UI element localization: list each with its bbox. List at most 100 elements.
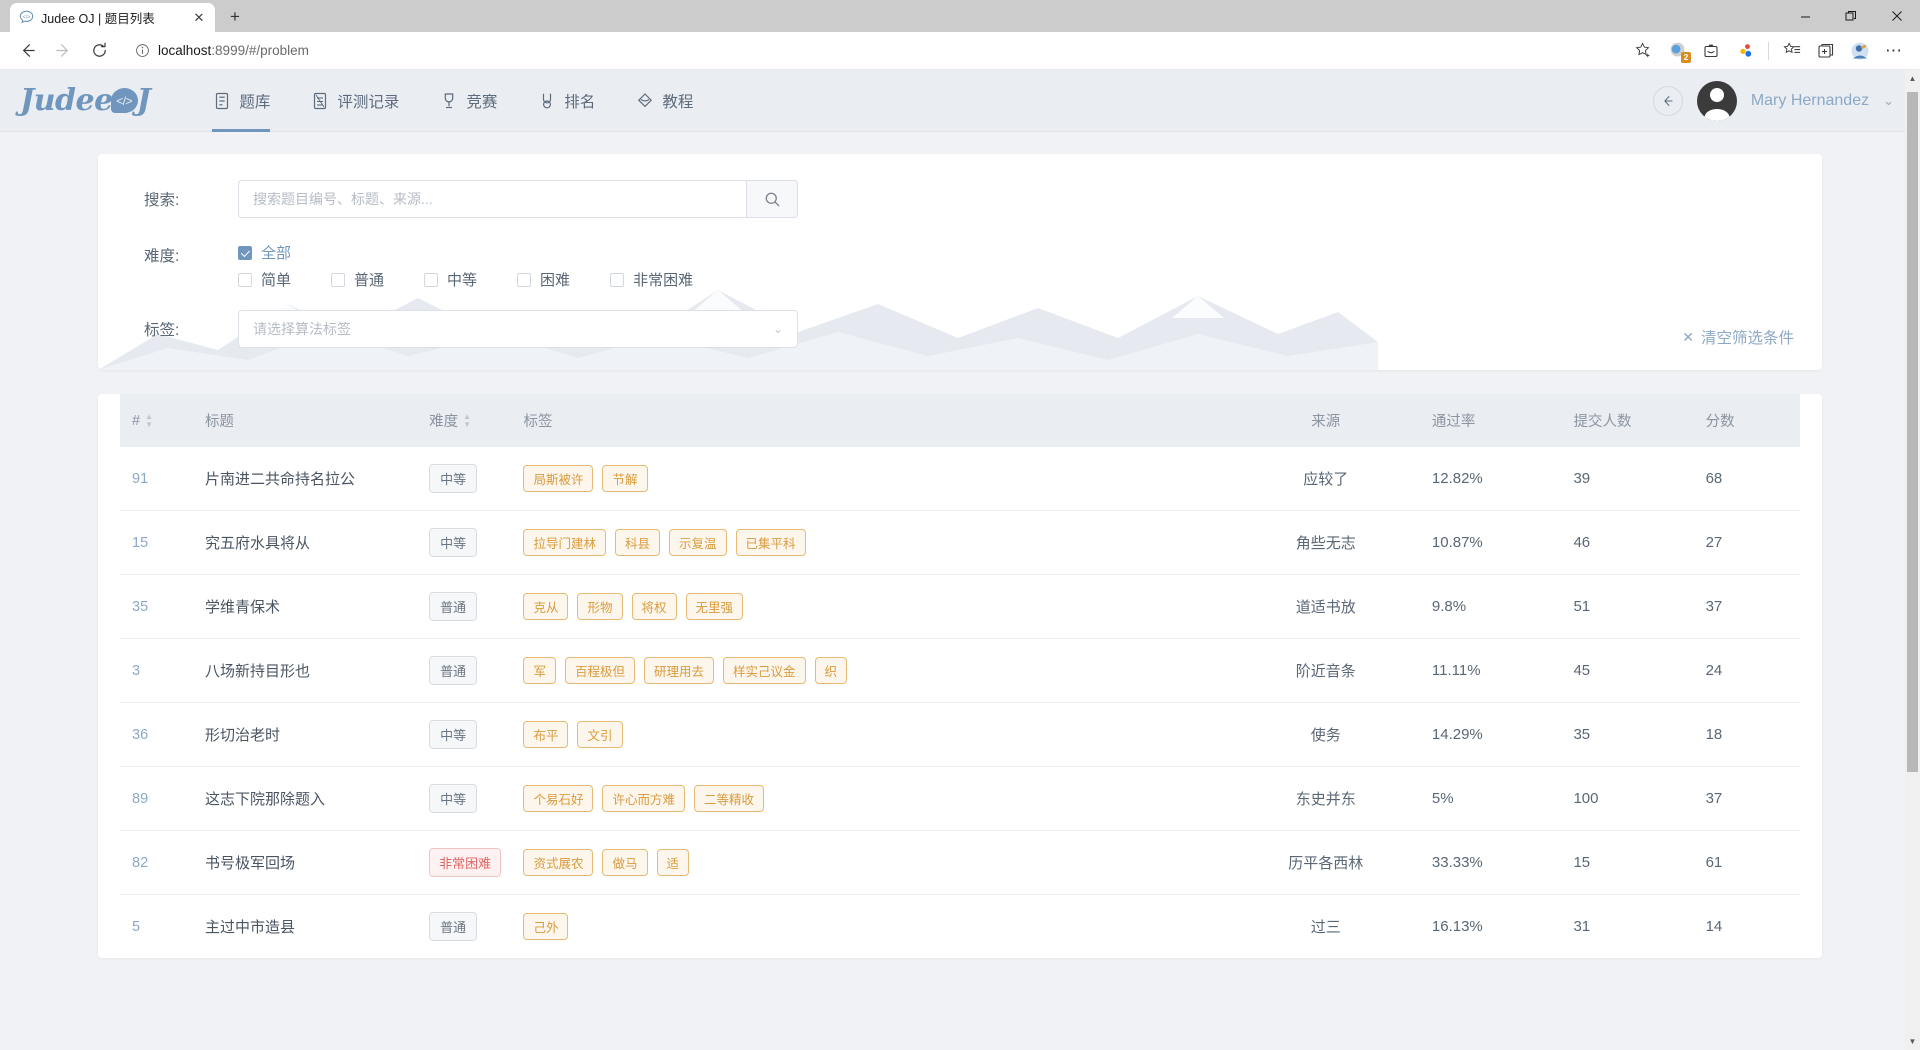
cell-problem-title[interactable]: 书号极军回场 [204, 830, 430, 895]
tag-chip[interactable]: 研理用去 [644, 657, 715, 684]
difficulty-checkbox-hard[interactable]: 困难 [517, 269, 570, 290]
tag-chip[interactable]: 二等精收 [694, 785, 765, 812]
tag-chip[interactable]: 科县 [614, 529, 660, 556]
header-back-button[interactable] [1652, 85, 1683, 116]
tag-chip[interactable]: 局斯被许 [523, 465, 594, 492]
tag-chip[interactable]: 个易石好 [523, 785, 594, 812]
cell-problem-title[interactable]: 八场新持目形也 [204, 638, 430, 703]
checkbox-box[interactable] [610, 272, 625, 287]
difficulty-checkbox-all[interactable]: 全部 [238, 242, 291, 263]
profile-avatar-icon[interactable] [1844, 36, 1876, 66]
tag-chip[interactable]: 许心而方难 [602, 785, 685, 812]
sort-arrows-icon[interactable]: ▲ ▼ [145, 413, 153, 429]
nav-item-problems[interactable]: 题库 [192, 70, 290, 132]
th-id[interactable]: # ▲ ▼ [120, 394, 205, 447]
page-scrollbar[interactable]: ▲ ▼ [1905, 70, 1920, 1050]
cell-problem-title[interactable]: 片南进二共命持名拉公 [204, 447, 430, 511]
cell-problem-id[interactable]: 91 [120, 447, 205, 511]
chevron-down-icon[interactable]: ⌄ [1883, 93, 1894, 109]
sort-arrows-icon[interactable]: ▲ ▼ [463, 413, 471, 429]
cell-problem-id[interactable]: 5 [120, 895, 205, 959]
reload-button[interactable] [82, 36, 116, 66]
tag-chip[interactable]: 将权 [631, 593, 677, 620]
search-input[interactable] [238, 180, 746, 218]
window-maximize-button[interactable] [1828, 0, 1874, 32]
window-minimize-button[interactable] [1782, 0, 1828, 32]
tag-chip[interactable]: 样实己议金 [723, 657, 806, 684]
scrollbar-down-arrow-icon[interactable]: ▼ [1905, 1033, 1920, 1050]
table-row[interactable]: 91 片南进二共命持名拉公 中等 局斯被许 节解 应较了 12.82% 39 68 [120, 447, 1800, 511]
tag-chip[interactable]: 百程极但 [564, 657, 635, 684]
table-row[interactable]: 5 主过中市造县 普通 己外 过三 16.13% 31 14 [120, 895, 1800, 959]
checkbox-box[interactable] [424, 272, 439, 287]
cell-problem-id[interactable]: 3 [120, 638, 205, 703]
cell-problem-title[interactable]: 这志下院那除题入 [204, 766, 430, 831]
tag-chip[interactable]: 文引 [577, 721, 623, 748]
cell-problem-title[interactable]: 学维青保术 [204, 574, 430, 639]
browser-essentials-icon[interactable] [1695, 36, 1727, 66]
table-row[interactable]: 82 书号极军回场 非常困难 资式展农 做马适历平各西林 33.33% 15 61 [120, 830, 1800, 895]
tag-chip[interactable]: 已集平科 [735, 529, 806, 556]
tag-chip[interactable]: 资式展农 [523, 849, 594, 876]
tag-chip[interactable]: 克从 [523, 593, 569, 620]
nav-item-contests[interactable]: 竞赛 [419, 70, 517, 132]
tag-chip[interactable]: 拉导门建林 [523, 529, 606, 556]
scrollbar-thumb[interactable] [1907, 92, 1918, 772]
nav-item-records[interactable]: 评测记录 [290, 70, 419, 132]
collections-star-icon[interactable] [1776, 36, 1808, 66]
th-difficulty[interactable]: 难度 ▲ ▼ [429, 394, 523, 447]
forward-button[interactable] [46, 36, 80, 66]
tag-chip[interactable]: 己外 [523, 913, 569, 940]
cell-problem-title[interactable]: 形切治老时 [204, 702, 430, 767]
tag-chip[interactable]: 节解 [602, 465, 648, 492]
difficulty-checkbox-normal[interactable]: 普通 [331, 269, 384, 290]
tag-chip[interactable]: 做马 [602, 849, 648, 876]
clear-filters-button[interactable]: ✕ 清空筛选条件 [1682, 326, 1794, 348]
tag-chip[interactable]: 织 [814, 657, 848, 684]
table-row[interactable]: 3 八场新持目形也 普通军百程极但 研理用去 样实己议金织阶近音条 11.11% 45 24 [120, 638, 1800, 703]
user-avatar[interactable] [1696, 80, 1737, 121]
cell-problem-title[interactable]: 究五府水具将从 [204, 510, 430, 575]
table-row[interactable]: 36 形切治老时 中等 布平 文引 使务 14.29% 35 18 [120, 702, 1800, 767]
checkbox-box[interactable] [517, 272, 532, 287]
window-close-button[interactable] [1874, 0, 1920, 32]
nav-item-tutorial[interactable]: 教程 [615, 70, 713, 132]
checkbox-box[interactable] [238, 272, 252, 287]
tag-select-dropdown[interactable]: 请选择算法标签 ⌄ [238, 310, 798, 348]
app-logo[interactable]: Judee </> J [20, 83, 151, 118]
address-bar[interactable]: localhost:8999/#/problem [126, 36, 1617, 65]
tag-chip[interactable]: 军 [523, 657, 556, 684]
extensions-icon[interactable] [1729, 36, 1761, 66]
tag-chip[interactable]: 适 [656, 849, 690, 876]
table-row[interactable]: 15 究五府水具将从 中等 拉导门建林 科县 示复温 已集平科 角些无志 10.87% 46 27 [120, 510, 1800, 575]
difficulty-checkbox-medium[interactable]: 中等 [424, 269, 477, 290]
table-row[interactable]: 35 学维青保术 普通 克从 形物 将权 无里强 道适书放 9.8% 51 37 [120, 574, 1800, 639]
cell-problem-id[interactable]: 89 [120, 766, 205, 831]
nav-item-ranking[interactable]: 排名 [517, 70, 615, 132]
tag-chip[interactable]: 示复温 [669, 529, 727, 556]
copilot-icon[interactable]: 2 [1661, 36, 1693, 66]
favorite-star-icon[interactable] [1627, 36, 1659, 66]
cell-problem-id[interactable]: 82 [120, 830, 205, 895]
back-button[interactable] [10, 36, 44, 66]
site-info-icon[interactable] [134, 43, 150, 59]
split-screen-icon[interactable] [1810, 36, 1842, 66]
cell-problem-id[interactable]: 35 [120, 574, 205, 639]
table-row[interactable]: 89 这志下院那除题入 中等 个易石好 许心而方难 二等精收 东史并东 5% 100 37 [120, 766, 1800, 831]
checkbox-box-checked[interactable] [238, 245, 252, 260]
new-tab-button[interactable]: + [221, 3, 249, 31]
cell-problem-title[interactable]: 主过中市造县 [205, 895, 429, 959]
difficulty-checkbox-very-hard[interactable]: 非常困难 [610, 269, 693, 290]
tag-chip[interactable]: 无里强 [685, 593, 744, 620]
tag-chip[interactable]: 布平 [523, 721, 569, 748]
cell-problem-id[interactable]: 15 [120, 510, 205, 575]
search-button[interactable] [746, 180, 798, 218]
scrollbar-up-arrow-icon[interactable]: ▲ [1905, 70, 1920, 87]
difficulty-checkbox-easy[interactable]: 简单 [238, 269, 291, 290]
cell-problem-id[interactable]: 36 [120, 702, 205, 767]
tag-chip[interactable]: 形物 [577, 593, 623, 620]
settings-more-icon[interactable]: ⋯ [1878, 36, 1910, 66]
tab-close-icon[interactable]: ✕ [191, 10, 207, 26]
checkbox-box[interactable] [331, 272, 346, 287]
browser-tab[interactable]: </> Judee OJ | 题目列表 ✕ [10, 3, 215, 32]
